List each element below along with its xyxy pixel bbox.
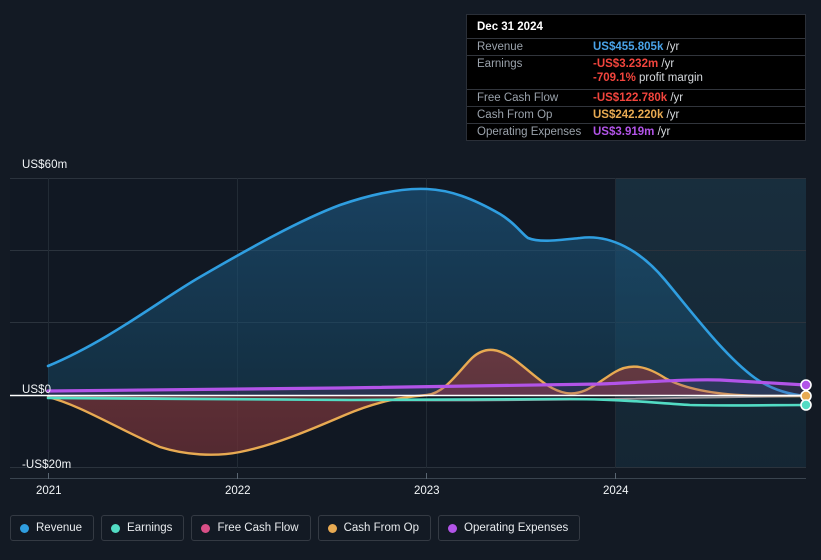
tooltip-row-label: Earnings: [477, 58, 523, 70]
tooltip-row-value-wrap: US$3.919m /yr: [593, 126, 670, 138]
tooltip-row-value: -709.1%: [593, 72, 636, 84]
legend-item-label: Revenue: [36, 522, 83, 534]
tooltip-row-label: Operating Expenses: [477, 126, 582, 138]
tooltip-row-value-wrap: US$242.220k /yr: [593, 109, 679, 121]
tooltip-row-unit: /yr: [663, 41, 680, 53]
endpoint-operatingexpenses: [800, 379, 812, 391]
tooltip-row-value: US$242.220k: [593, 109, 664, 121]
tooltip-row-value-wrap: -US$122.780k /yr: [593, 92, 683, 104]
tooltip-row-unit: /yr: [663, 109, 680, 121]
tooltip-row-unit: profit margin: [635, 72, 703, 84]
tooltip-row-unit: /yr: [667, 92, 684, 104]
chart-legend[interactable]: Revenue Earnings Free Cash Flow Cash From O…: [10, 515, 581, 541]
tooltip-row-value: US$3.919m: [593, 126, 655, 138]
legend-item-label: Cash From Op: [343, 522, 420, 534]
legend-swatch-icon: [327, 523, 337, 533]
tooltip-row-unit: /yr: [658, 58, 675, 70]
legend-swatch-icon: [448, 523, 458, 533]
tooltip-rows: Revenue US$455.805k /yr Earnings -US$3.232m…: [467, 38, 805, 140]
tooltip-row: Revenue US$455.805k /yr: [467, 38, 805, 55]
x-axis-label-2024: 2024: [603, 485, 629, 497]
tooltip-row-label: Revenue: [477, 41, 524, 53]
tooltip-row-value-wrap: US$455.805k /yr: [593, 41, 679, 53]
series-endpoint-markers: [800, 379, 812, 411]
chart-tooltip: Dec 31 2024 Revenue US$455.805k /yr Earnin…: [466, 14, 806, 141]
legend-item-revenue[interactable]: Revenue: [10, 515, 95, 541]
legend-item-cash-from-op[interactable]: Cash From Op: [317, 515, 432, 541]
legend-item-label: Earnings: [127, 522, 173, 534]
tooltip-row: Cash From Op US$242.220k /yr: [467, 106, 805, 123]
tooltip-row: Free Cash Flow -US$122.780k /yr: [467, 89, 805, 106]
financial-chart-widget: US$60m US$0 -US$20m 2021 2022 2023 2024 …: [0, 0, 821, 560]
tooltip-row-value-wrap: -US$3.232m /yr: [593, 58, 674, 70]
endpoint-earnings: [800, 399, 812, 411]
y-axis-label-min: -US$20m: [22, 459, 72, 471]
x-axis-label-2021: 2021: [36, 485, 62, 497]
legend-swatch-icon: [201, 523, 211, 533]
tooltip-row-value: -US$122.780k: [593, 92, 668, 104]
tooltip-row-value: -US$3.232m: [593, 58, 659, 70]
legend-item-free-cash-flow[interactable]: Free Cash Flow: [191, 515, 311, 541]
tooltip-row-label: Cash From Op: [477, 109, 553, 121]
tooltip-row-unit: /yr: [654, 126, 671, 138]
legend-item-earnings[interactable]: Earnings: [101, 515, 185, 541]
y-axis-label-zero: US$0: [22, 384, 52, 396]
tooltip-row-label: Free Cash Flow: [477, 92, 559, 104]
tooltip-row-value-wrap: -709.1% profit margin: [593, 72, 703, 84]
y-axis-label-max: US$60m: [22, 159, 68, 171]
legend-item-label: Operating Expenses: [464, 522, 569, 534]
tooltip-row-value: US$455.805k: [593, 41, 664, 53]
legend-swatch-icon: [20, 523, 29, 533]
legend-swatch-icon: [111, 523, 121, 533]
x-axis-label-2023: 2023: [414, 485, 440, 497]
tooltip-row: Operating Expenses US$3.919m /yr: [467, 123, 805, 140]
tooltip-row: -709.1% profit margin: [467, 72, 805, 89]
legend-item-operating-expenses[interactable]: Operating Expenses: [438, 515, 581, 541]
tooltip-title: Dec 31 2024: [477, 21, 543, 33]
x-axis-label-2022: 2022: [225, 485, 251, 497]
tooltip-row: Earnings -US$3.232m /yr: [467, 55, 805, 72]
legend-item-label: Free Cash Flow: [217, 522, 299, 534]
